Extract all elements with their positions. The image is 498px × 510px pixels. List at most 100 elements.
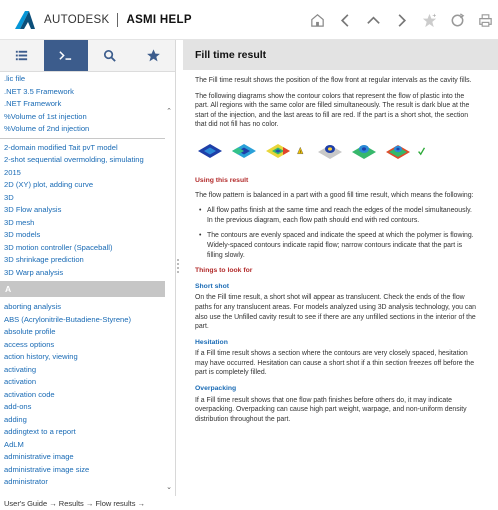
home-button[interactable] <box>304 0 330 40</box>
help-window: AUTODESK ASMI HELP + .lic file .NET 3.5 … <box>0 0 498 510</box>
panel-splitter-handle[interactable] <box>176 258 180 274</box>
index-list-item[interactable]: 3D mesh <box>0 218 165 229</box>
index-list-item[interactable]: .NET Framework <box>0 99 165 110</box>
topic-panel: Fill time result The Fill time result sh… <box>183 40 498 496</box>
index-list-item[interactable]: activation <box>0 377 165 388</box>
index-divider <box>0 137 165 139</box>
svg-text:+: + <box>432 12 436 19</box>
topic-header: Fill time result <box>183 40 498 70</box>
star-icon <box>146 49 160 62</box>
hesitation-heading: Hesitation <box>195 338 228 346</box>
index-list-item[interactable]: 3D shrinkage prediction <box>0 255 165 266</box>
favorites-tab[interactable] <box>131 40 175 71</box>
fill-result-diagrams: ! <box>195 136 478 166</box>
index-list-item[interactable]: add-ons <box>0 402 165 413</box>
index-list-item[interactable]: 3D motion controller (Spaceball) <box>0 243 165 254</box>
navigation-panel: .lic file .NET 3.5 Framework .NET Framewor… <box>0 40 176 496</box>
index-list-item[interactable]: ABS (Acrylonitrile-Butadiene-Styrene) <box>0 315 165 326</box>
short-shot-heading: Short shot <box>195 282 229 290</box>
svg-text:!: ! <box>300 150 301 154</box>
index-list-item[interactable]: absolute profile <box>0 327 165 338</box>
warning-icon: ! <box>297 146 304 154</box>
navigation-tabs <box>0 40 175 72</box>
index-letter-heading: A <box>0 281 165 297</box>
brand-name: AUTODESK <box>44 13 110 26</box>
index-list-item[interactable]: 2-domain modified Tait pvT model <box>0 143 165 154</box>
index-list-item[interactable]: action history, viewing <box>0 352 165 363</box>
back-icon <box>340 13 348 27</box>
fill-diagram-2-icon <box>232 143 256 158</box>
index-list-items: .lic file .NET 3.5 Framework .NET Framewor… <box>0 74 165 490</box>
brand: AUTODESK ASMI HELP <box>44 12 192 27</box>
list-item: The contours are evenly spaced and indic… <box>195 231 478 260</box>
index-icon <box>59 51 72 60</box>
sync-button[interactable] <box>444 0 470 40</box>
header-bar: AUTODESK ASMI HELP + <box>0 0 498 40</box>
index-list-item[interactable]: adding <box>0 415 165 426</box>
page-title: Fill time result <box>195 49 267 61</box>
index-list-item[interactable]: 2D (XY) plot, adding curve <box>0 180 165 191</box>
index-list-item[interactable]: 3D models <box>0 230 165 241</box>
index-list-item[interactable]: activating <box>0 365 165 376</box>
fill-diagram-4-icon <box>318 144 342 159</box>
overpacking-paragraph: If a Fill time result shows that one flo… <box>195 396 467 423</box>
product-title: ASMI HELP <box>126 13 192 26</box>
sync-icon <box>451 12 464 26</box>
hesitation-paragraph: If a Fill time result shows a section wh… <box>195 350 475 377</box>
scroll-up-icon[interactable]: ⌃ <box>165 108 173 116</box>
print-button[interactable] <box>472 0 498 40</box>
breadcrumb[interactable]: User's Guide → Results → Flow results → <box>0 497 145 510</box>
index-list-item[interactable]: %Volume of 2nd injection <box>0 124 165 135</box>
index-list-item[interactable]: access options <box>0 340 165 351</box>
look-for-heading: Things to look for <box>195 267 253 275</box>
up-button[interactable] <box>360 0 386 40</box>
favorite-icon: + <box>422 12 436 27</box>
index-list-item[interactable]: 2015 <box>0 168 165 179</box>
index-list-item[interactable]: 3D Flow analysis <box>0 205 165 216</box>
index-list-item[interactable]: %Volume of 1st injection <box>0 112 165 123</box>
autodesk-logo-icon <box>15 10 35 29</box>
up-icon <box>366 15 380 24</box>
back-button[interactable] <box>332 0 358 40</box>
balanced-criteria-list: All flow paths finish at the same time a… <box>195 206 478 260</box>
scroll-down-icon[interactable]: ⌄ <box>165 484 173 492</box>
index-scrollbar[interactable]: ⌃ ⌄ <box>165 72 175 496</box>
fill-diagram-1-icon <box>198 143 222 158</box>
index-list-item[interactable]: .lic file <box>0 74 165 85</box>
index-list-item[interactable]: administrative image <box>0 452 165 463</box>
toolbar: + <box>302 0 498 40</box>
using-result-paragraph: The flow pattern is balanced in a part w… <box>195 191 474 199</box>
contents-icon <box>16 50 28 61</box>
index-list-item[interactable]: aborting analysis <box>0 302 165 313</box>
list-item: All flow paths finish at the same time a… <box>195 206 478 225</box>
print-icon <box>478 13 492 27</box>
index-list-item[interactable]: 3D <box>0 193 165 204</box>
overpacking-heading: Overpacking <box>195 385 237 393</box>
using-result-heading: Using this result <box>195 176 249 184</box>
contents-tab[interactable] <box>0 40 44 71</box>
fill-diagram-6-icon <box>386 144 410 159</box>
search-tab[interactable] <box>88 40 132 71</box>
index-list-item[interactable]: 3D Warp analysis <box>0 268 165 279</box>
topic-content: The Fill time result shows the position … <box>183 70 490 424</box>
index-tab[interactable] <box>43 40 88 71</box>
intro-paragraph: The Fill time result shows the position … <box>195 77 472 84</box>
index-list-item[interactable]: AdLM <box>0 440 165 451</box>
forward-button[interactable] <box>388 0 414 40</box>
index-list-item[interactable]: 2-shot sequential overmolding, simulatin… <box>0 155 165 166</box>
diagrams-paragraph: The following diagrams show the contour … <box>195 92 470 129</box>
fill-diagram-3-icon <box>266 143 290 158</box>
index-list: .lic file .NET 3.5 Framework .NET Framewor… <box>0 72 175 496</box>
brand-separator <box>117 12 119 27</box>
check-icon <box>418 147 426 156</box>
index-list-item[interactable]: addingtext to a report <box>0 427 165 438</box>
index-list-item[interactable]: activation code <box>0 390 165 401</box>
forward-icon <box>398 13 406 27</box>
index-list-item[interactable]: administrator <box>0 477 165 488</box>
favorite-button[interactable]: + <box>416 0 442 40</box>
search-icon <box>103 49 116 62</box>
fill-diagram-5-icon <box>352 144 376 159</box>
index-list-item[interactable]: .NET 3.5 Framework <box>0 87 165 98</box>
home-icon <box>310 13 324 27</box>
index-list-item[interactable]: administrative image size <box>0 465 165 476</box>
